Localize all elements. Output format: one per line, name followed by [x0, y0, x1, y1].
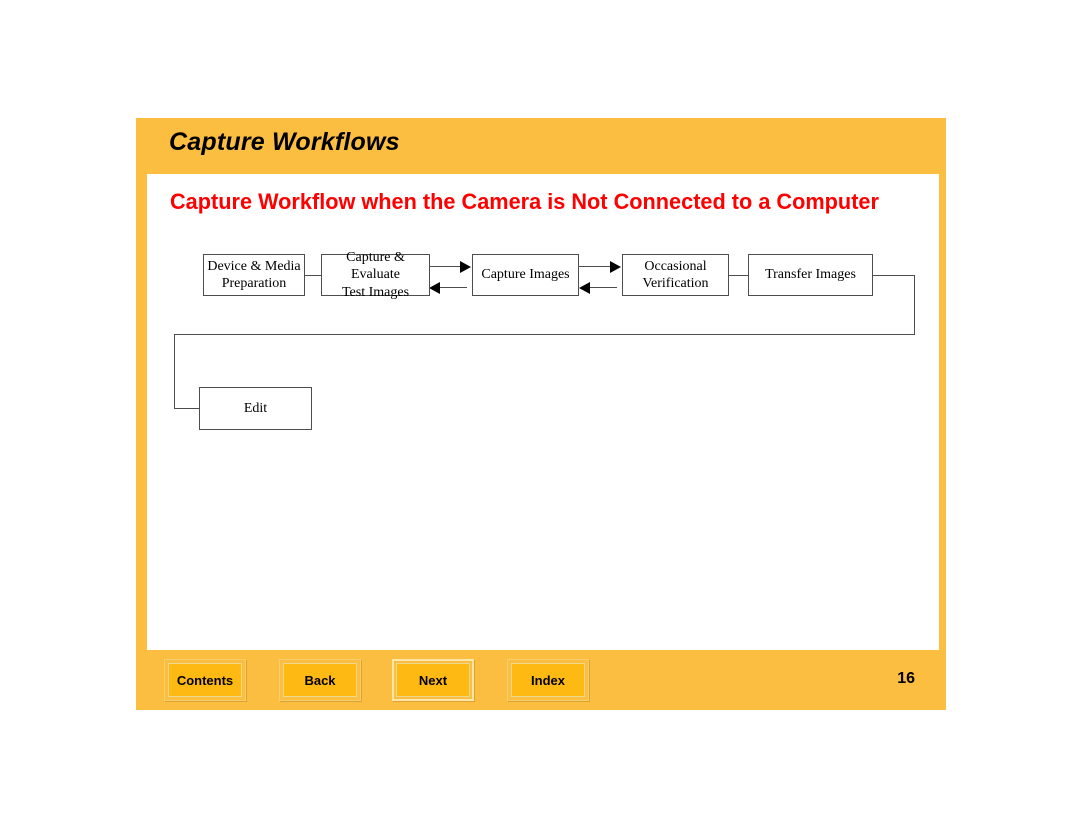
flow-box-transfer-images[interactable]: Transfer Images: [748, 254, 873, 296]
flow-box-capture-images[interactable]: Capture Images: [472, 254, 579, 296]
flow-box-line1: Edit: [243, 400, 268, 416]
flow-box-line1: Transfer Images: [765, 267, 856, 283]
page-title: Capture Workflows: [169, 128, 400, 156]
nav-button-back[interactable]: Back: [279, 659, 361, 701]
connector-return-down: [174, 334, 175, 409]
nav-button-contents[interactable]: Contents: [164, 659, 246, 701]
document-frame: Capture Workflows Capture Workflow when …: [136, 118, 946, 710]
arrow-head-verification-to-capture: [579, 282, 590, 294]
nav-button-back-label: Back: [304, 672, 336, 688]
arrow-head-evaluate-to-capture: [460, 261, 471, 273]
workflow-diagram: Device & Media Preparation Capture & Eva…: [170, 246, 915, 536]
flow-box-occasional-verification[interactable]: Occasional Verification: [622, 254, 729, 296]
connector-transfer-out-right: [873, 275, 915, 276]
flow-box-edit[interactable]: Edit: [199, 387, 312, 430]
flow-box-capture-evaluate-test-images[interactable]: Capture & Evaluate Test Images: [321, 250, 430, 300]
footer-nav-bar: Contents Back Next Index 16: [136, 650, 946, 710]
connector-into-edit: [174, 408, 200, 409]
nav-button-next-label: Next: [418, 672, 448, 688]
arrow-line-capture-to-verification: [579, 266, 613, 267]
header-band: Capture Workflows: [136, 118, 946, 174]
nav-button-index[interactable]: Index: [507, 659, 589, 701]
section-heading: Capture Workflow when the Camera is Not …: [170, 189, 879, 214]
connector-return-left: [174, 334, 915, 335]
flow-box-line2: Preparation: [221, 276, 287, 291]
arrow-line-evaluate-to-capture: [429, 266, 463, 267]
nav-button-next[interactable]: Next: [392, 659, 474, 701]
flow-box-line1: Device & Media: [207, 258, 301, 274]
flow-box-line2: Test Images: [341, 284, 410, 300]
flow-box-device-media-preparation[interactable]: Device & Media Preparation: [203, 254, 305, 296]
page-root: Capture Workflows Capture Workflow when …: [0, 0, 1080, 834]
page-number: 16: [897, 670, 915, 687]
arrow-head-capture-to-verification: [610, 261, 621, 273]
flow-box-line1: Capture Images: [481, 267, 570, 283]
nav-button-contents-label: Contents: [176, 672, 234, 688]
nav-button-index-inner: Index: [511, 663, 585, 697]
nav-button-next-inner: Next: [396, 663, 470, 697]
flow-box-line2: Verification: [642, 276, 709, 291]
flow-box-line1: Capture & Evaluate: [346, 250, 405, 283]
arrow-head-capture-to-evaluate: [429, 282, 440, 294]
nav-button-contents-inner: Contents: [168, 663, 242, 697]
connector-device-to-capture-evaluate: [304, 275, 322, 276]
flow-box-line1: Occasional: [644, 258, 707, 274]
content-card: Capture Workflow when the Camera is Not …: [147, 174, 939, 650]
connector-transfer-down: [914, 275, 915, 335]
nav-button-index-label: Index: [531, 672, 565, 688]
nav-button-back-inner: Back: [283, 663, 357, 697]
connector-verification-to-transfer: [729, 275, 748, 276]
